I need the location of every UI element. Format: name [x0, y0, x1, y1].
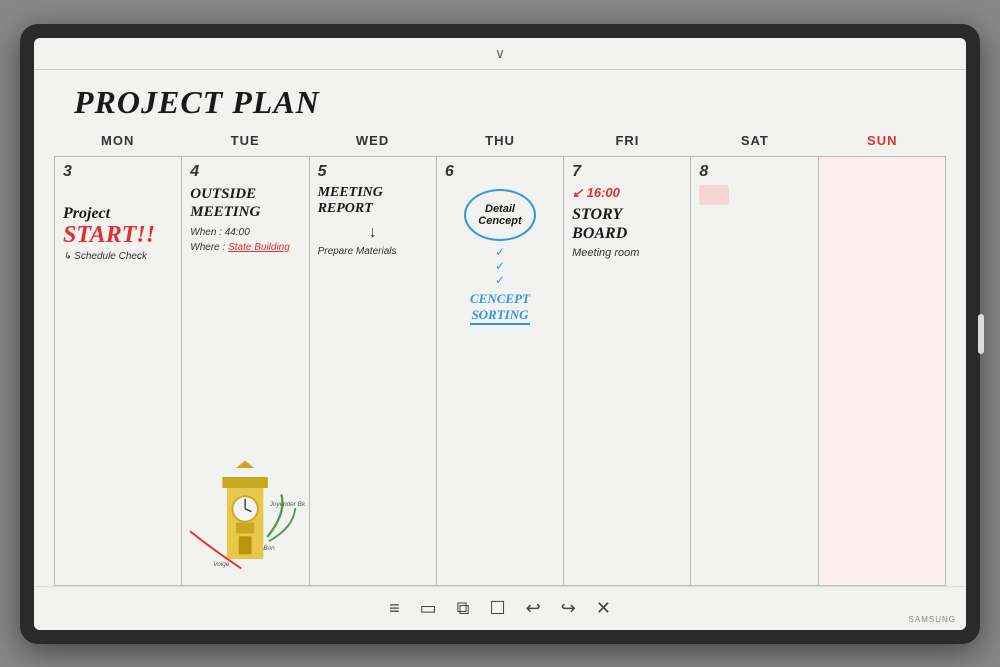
day-cell-mon: 3 Project START!! ↳ Schedule Check: [55, 157, 182, 586]
day-number-fri: 7: [572, 163, 682, 181]
toolbar-menu-icon[interactable]: ≡: [389, 598, 400, 619]
story-board-title: STORY BOARD: [572, 205, 682, 243]
day-header-wed: WED: [309, 129, 436, 152]
monitor: ∨ PROJECT PLAN MON TUE WED THU FRI SAT S…: [20, 24, 980, 644]
chevron-down-icon[interactable]: ∨: [495, 45, 505, 62]
detail-concept-bubble: DetailCencept: [464, 189, 536, 241]
fri-time: ↙ 16:00: [572, 185, 682, 201]
mon-content: Project START!! ↳ Schedule Check: [63, 185, 173, 262]
project-label: Project: [63, 205, 173, 223]
day-number-sat: 8: [699, 163, 809, 181]
svg-text:Bon: Bon: [264, 544, 276, 551]
day-number-thu: 6: [445, 163, 555, 181]
side-handle: [978, 314, 984, 354]
project-title: PROJECT PLAN: [74, 84, 926, 121]
day-header-sat: SAT: [691, 129, 818, 152]
schedule-check: ↳ Schedule Check: [63, 251, 173, 262]
sat-highlight: [699, 185, 729, 205]
day-header-fri: FRI: [564, 129, 691, 152]
day-number-mon: 3: [63, 163, 173, 181]
toolbar: ≡ ▭ ⧉ ☐ ↩ ↪ ✕: [34, 586, 966, 630]
day-cell-thu: 6 DetailCencept ✓✓✓ CENCEPT SORTING: [437, 157, 564, 586]
big-ben-illustration: Joyender Blor Bon Voige: [186, 453, 304, 583]
meeting-report-title: MEETING REPORT: [318, 185, 428, 219]
day-header-tue: TUE: [181, 129, 308, 152]
toolbar-comment-icon[interactable]: ▭: [420, 598, 437, 619]
toolbar-copy-icon[interactable]: ⧉: [457, 598, 470, 619]
calendar: MON TUE WED THU FRI SAT SUN 3 Project ST…: [34, 129, 966, 586]
cencept-sorting: CENCEPT SORTING: [470, 287, 530, 325]
day-header-sun: SUN: [819, 129, 946, 152]
day-number-tue: 4: [190, 163, 300, 181]
day-cell-sat: 8: [691, 157, 818, 586]
toolbar-close-icon[interactable]: ✕: [596, 598, 611, 619]
day-number-wed: 5: [318, 163, 428, 181]
title-area: PROJECT PLAN: [34, 70, 966, 129]
day-cells: 3 Project START!! ↳ Schedule Check 4 OUT…: [54, 157, 946, 586]
meeting-room: Meeting room: [572, 247, 682, 259]
day-headers: MON TUE WED THU FRI SAT SUN: [54, 129, 946, 157]
location: State Building: [228, 242, 290, 253]
prepare-materials: Prepare Materials: [318, 246, 428, 257]
screen: ∨ PROJECT PLAN MON TUE WED THU FRI SAT S…: [34, 38, 966, 630]
day-cell-sun: [819, 157, 946, 586]
outside-meeting-title: OUTSIDE MEETING: [190, 185, 300, 221]
meeting-detail: When : 44:00 Where : State Building: [190, 225, 300, 255]
day-cell-fri: 7 ↙ 16:00 STORY BOARD Meeting room: [564, 157, 691, 586]
toolbar-undo-icon[interactable]: ↩: [526, 598, 541, 619]
arrow-icon: ↓: [318, 224, 428, 242]
day-cell-wed: 5 MEETING REPORT ↓ Prepare Materials: [310, 157, 437, 586]
day-header-thu: THU: [436, 129, 563, 152]
svg-text:Voige: Voige: [214, 561, 230, 568]
checkmarks: ✓✓✓: [495, 245, 505, 287]
day-header-mon: MON: [54, 129, 181, 152]
day-cell-tue: 4 OUTSIDE MEETING When : 44:00 Where : S…: [182, 157, 309, 586]
top-bar: ∨: [34, 38, 966, 70]
start-label: START!!: [63, 223, 173, 247]
samsung-logo: SAMSUNG: [909, 615, 956, 624]
toolbar-select-icon[interactable]: ☐: [489, 598, 505, 619]
svg-text:Joyender Blor: Joyender Blor: [269, 501, 305, 508]
toolbar-redo-icon[interactable]: ↪: [561, 598, 576, 619]
